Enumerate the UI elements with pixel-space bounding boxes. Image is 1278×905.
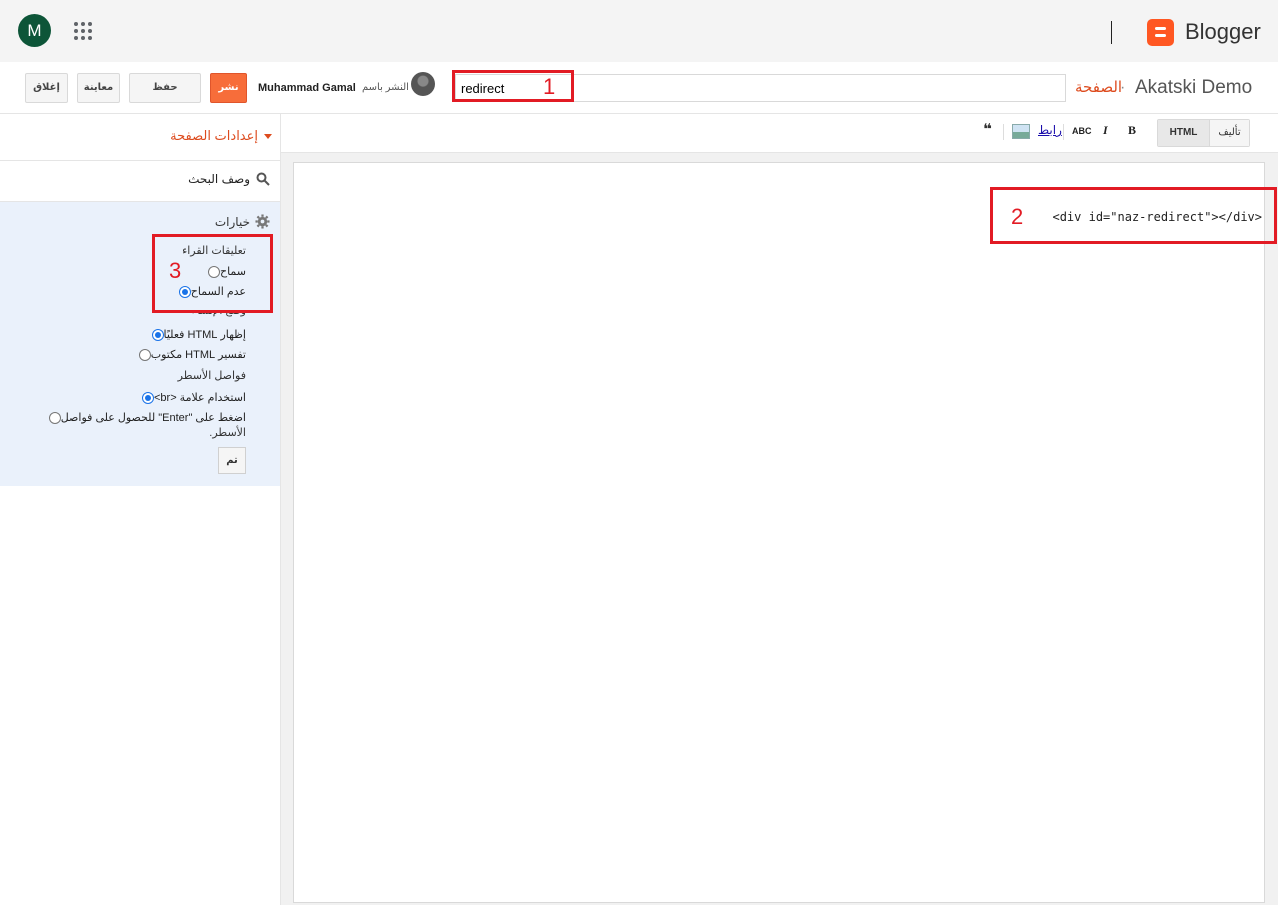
close-button[interactable]: إغلاق <box>25 73 68 103</box>
radio-button-selected[interactable] <box>151 328 164 341</box>
html-mode-tab[interactable]: HTML <box>1158 120 1210 146</box>
insert-image-icon[interactable] <box>1012 124 1030 139</box>
disallow-comments-radio[interactable]: عدم السماح <box>177 285 246 298</box>
done-button[interactable]: تم <box>218 447 246 474</box>
show-html-literally-label: إظهار HTML فعليًا <box>163 329 247 341</box>
radio-button-selected[interactable] <box>178 285 191 298</box>
interpret-html-radio[interactable]: تفسير HTML مكتوب <box>137 348 246 361</box>
toolbar-separator <box>1003 124 1004 140</box>
press-enter-radio[interactable]: اضغط على "Enter" للحصول على فواصل <box>47 411 246 424</box>
options-header[interactable]: خيارات <box>215 214 270 229</box>
brand-name[interactable]: Blogger <box>1185 19 1261 45</box>
radio-button[interactable] <box>207 265 220 278</box>
bold-button[interactable]: B <box>1128 123 1136 138</box>
editor-toolbar: ❝ رابط ABC I B HTML تأليف <box>281 114 1278 153</box>
search-icon <box>256 172 270 186</box>
radio-button[interactable] <box>48 411 61 424</box>
interpret-html-label: تفسير HTML مكتوب <box>150 349 246 361</box>
breadcrumb-blog[interactable]: Akatski Demo <box>1135 77 1252 99</box>
appbar-divider <box>1111 21 1112 44</box>
publish-button[interactable]: نشر <box>210 73 247 103</box>
page-settings-header[interactable]: إعدادات الصفحة <box>170 128 272 144</box>
reader-comments-label: تعليقات القراء <box>182 245 246 257</box>
quote-icon[interactable]: ❝ <box>983 120 992 138</box>
annotation-number-1: 1 <box>543 74 556 99</box>
breadcrumb-page: الصفحة <box>1075 79 1123 96</box>
disallow-label: عدم السماح <box>190 286 246 298</box>
account-avatar[interactable]: M <box>18 14 51 47</box>
app-bar: M Blogger <box>0 0 1278 62</box>
italic-button[interactable]: I <box>1103 123 1108 138</box>
use-br-radio[interactable]: استخدام علامة <br> <box>140 391 246 404</box>
annotation-number-2: 2 <box>1011 204 1024 229</box>
author-prefix: النشر باسم <box>362 82 409 93</box>
html-editor[interactable]: <div id="naz-redirect"></div> <box>293 162 1265 903</box>
caret-down-icon <box>264 134 272 140</box>
breadcrumb-separator: · <box>1120 79 1126 96</box>
action-bar: إغلاق معاينة حفظ نشر Muhammad Gamal النش… <box>0 62 1278 114</box>
line-breaks-label: فواصل الأسطر <box>177 370 246 382</box>
blogger-logo-icon[interactable] <box>1147 19 1174 46</box>
page-settings-sidebar: إعدادات الصفحة وصف البحث خيارات تعليقات … <box>0 114 281 905</box>
page-settings-label: إعدادات الصفحة <box>170 128 258 143</box>
editor-mode-toggle: HTML تأليف <box>1157 119 1250 147</box>
press-enter-label: اضغط على "Enter" للحصول على فواصل <box>60 412 246 424</box>
link-button[interactable]: رابط <box>1038 123 1062 137</box>
press-enter-label-continued: الأسطر. <box>209 427 246 439</box>
options-label: خيارات <box>214 214 250 229</box>
save-button[interactable]: حفظ <box>129 73 201 103</box>
radio-button[interactable] <box>138 348 151 361</box>
annotation-number-3: 3 <box>169 258 182 283</box>
apps-grid-icon[interactable] <box>74 22 92 40</box>
gear-icon <box>255 214 270 229</box>
show-html-literally-radio[interactable]: إظهار HTML فعليًا <box>150 328 247 341</box>
search-description-item[interactable]: وصف البحث <box>188 172 270 186</box>
compose-mode-label: وضع الإنشاء <box>191 305 246 317</box>
author-avatar[interactable] <box>411 72 435 96</box>
search-description-label: وصف البحث <box>188 172 250 186</box>
allow-comments-radio[interactable]: سماح <box>206 265 246 278</box>
use-br-label: استخدام علامة <br> <box>153 392 246 404</box>
author-name: Muhammad Gamal <box>258 82 356 94</box>
options-panel: خيارات تعليقات القراء سماح عدم السماح وض… <box>0 202 280 486</box>
preview-button[interactable]: معاينة <box>77 73 120 103</box>
editor-code-line[interactable]: <div id="naz-redirect"></div> <box>1052 210 1262 224</box>
compose-mode-tab[interactable]: تأليف <box>1210 120 1249 146</box>
allow-label: سماح <box>219 266 246 278</box>
radio-button-selected[interactable] <box>141 391 154 404</box>
divider <box>0 160 280 161</box>
toolbar-separator <box>1063 124 1064 140</box>
spell-check-icon[interactable]: ABC <box>1072 126 1092 136</box>
